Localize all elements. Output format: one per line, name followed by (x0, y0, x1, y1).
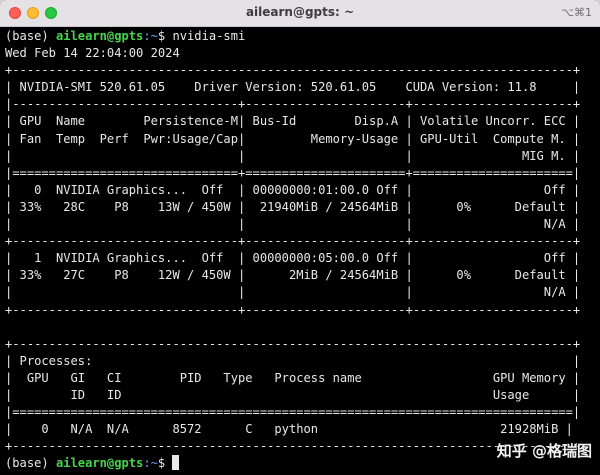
terminal-window: ailearn@gpts: ~ ⌥⌘1 (base) ailearn@gpts:… (0, 0, 600, 475)
output-line: +---------------------------------------… (5, 336, 581, 351)
output-line: | GPU Name Persistence-M| Bus-Id Disp.A … (5, 114, 581, 129)
output-line: |=======================================… (5, 405, 581, 420)
output-line: | 33% 28C P8 13W / 450W | 21940MiB / 245… (5, 199, 581, 214)
output-line: | GPU GI CI PID Type Process name GPU Me… (5, 370, 581, 385)
conda-env: (base) (5, 29, 56, 43)
window-title: ailearn@gpts: ~ (245, 5, 355, 19)
output-line: +-------------------------------+-------… (5, 234, 581, 249)
output-line: | Fan Temp Perf Pwr:Usage/Cap| Memory-Us… (5, 131, 581, 146)
output-line: +---------------------------------------… (5, 63, 581, 78)
title-bar[interactable]: ailearn@gpts: ~ ⌥⌘1 (0, 0, 600, 27)
output-line: | 0 N/A N/A 8572 C python 21928MiB | (5, 422, 573, 437)
prompt-symbol: $ (157, 456, 173, 471)
output-line: | 1 NVIDIA Graphics... Off | 00000000:05… (5, 251, 581, 266)
nvidia-smi-output: +---------------------------------------… (5, 62, 597, 455)
text-cursor (172, 455, 180, 471)
output-line: | NVIDIA-SMI 520.61.05 Driver Version: 5… (5, 80, 581, 95)
terminal-output[interactable]: (base) ailearn@gpts:~$ nvidia-smi Wed Fe… (5, 28, 597, 475)
prompt-path: :~ (143, 456, 158, 471)
window-shortcut-label: ⌥⌘1 (561, 6, 592, 19)
output-line: |===============================+=======… (5, 165, 581, 180)
prompt-user-host: ailearn@gpts (55, 29, 144, 43)
date-line: Wed Feb 14 22:04:00 2024 (5, 46, 180, 61)
output-line: | Processes: | (5, 353, 581, 368)
output-line: | | | N/A | (5, 285, 581, 300)
prompt-user-host: ailearn@gpts (55, 456, 144, 471)
command-prompt-line: (base) ailearn@gpts:~$ nvidia-smi (5, 28, 597, 45)
output-line: | | | MIG M. | (5, 148, 581, 163)
output-line: | ID ID Usage | (5, 387, 581, 402)
watermark-text: 知乎 @格瑞图 (496, 442, 592, 460)
output-line: |-------------------------------+-------… (5, 97, 581, 112)
prompt-symbol: $ (157, 29, 173, 43)
output-line: | | | N/A | (5, 217, 581, 232)
output-line: +-------------------------------+-------… (5, 302, 581, 317)
output-line: | 0 NVIDIA Graphics... Off | 00000000:01… (5, 182, 581, 197)
prompt-path: :~ (143, 29, 158, 43)
command-text: nvidia-smi (172, 29, 246, 43)
output-line: | 33% 27C P8 12W / 450W | 2MiB / 24564Mi… (5, 268, 581, 283)
conda-env: (base) (5, 456, 56, 471)
